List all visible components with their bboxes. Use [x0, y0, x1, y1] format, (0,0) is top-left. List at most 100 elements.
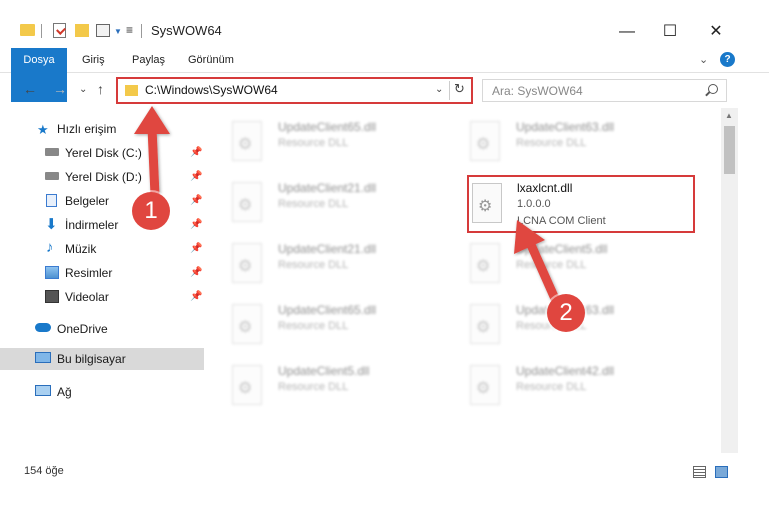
up-button[interactable]: ↑ — [97, 81, 104, 97]
close-button[interactable]: ✕ — [696, 18, 736, 46]
sidebar-item-quick-access[interactable]: ★ Hızlı erişim — [0, 118, 204, 140]
details-view-icon[interactable] — [693, 466, 706, 478]
chevron-down-icon[interactable]: ▼ — [114, 27, 122, 36]
pin-icon[interactable]: 📌 — [190, 219, 202, 230]
sidebar-item-label: Yerel Disk (C:) — [65, 146, 142, 160]
pin-icon[interactable]: 📌 — [190, 195, 202, 206]
list-item[interactable]: UpdateClient63.dll Resource DLL — [448, 112, 668, 166]
pin-icon[interactable]: 📌 — [190, 267, 202, 278]
step-badge-2: 2 — [547, 294, 585, 332]
list-item[interactable]: UpdateClient65.dll Resource DLL — [210, 112, 430, 166]
list-item[interactable]: UpdateClient5.dll Resource DLL — [210, 356, 430, 410]
file-name: UpdateClient65.dll — [278, 303, 377, 317]
sidebar-item-disk-c[interactable]: Yerel Disk (C:) 📌 — [0, 142, 204, 164]
maximize-button[interactable]: ☐ — [650, 18, 690, 46]
back-button[interactable]: ← — [23, 81, 37, 97]
search-icon[interactable] — [708, 84, 718, 94]
sidebar-item-label: Resimler — [65, 266, 113, 280]
list-item[interactable]: UpdateClient5.dll Resource DLL — [448, 234, 668, 288]
drive-icon — [45, 148, 59, 156]
file-name: UpdateClient5.dll — [278, 364, 370, 378]
pin-icon[interactable]: 📌 — [190, 243, 202, 254]
navigation-pane: ★ Hızlı erişim Yerel Disk (C:) 📌 Yerel D… — [0, 108, 207, 453]
file-type: Resource DLL — [278, 137, 349, 149]
ribbon-tabs: Dosya Giriş Paylaş Görünüm ⌄ ? — [0, 48, 769, 102]
divider — [141, 24, 142, 38]
pictures-icon — [45, 266, 59, 279]
vertical-scrollbar[interactable]: ▲ — [721, 108, 738, 453]
address-path[interactable]: C:\Windows\SysWOW64 — [145, 83, 278, 97]
dll-file-icon — [470, 304, 500, 344]
file-name: lxaxlcnt.dll — [517, 181, 573, 195]
dll-file-icon — [472, 183, 502, 223]
large-icons-view-icon[interactable] — [715, 466, 728, 478]
pin-icon[interactable]: 📌 — [190, 147, 202, 158]
properties-icon[interactable] — [96, 24, 110, 37]
dll-file-icon — [232, 121, 262, 161]
file-name: UpdateClient5.dll — [516, 242, 608, 256]
tab-share[interactable]: Paylaş — [132, 48, 165, 72]
dll-file-icon — [470, 121, 500, 161]
file-name: UpdateClient63.dll — [516, 120, 615, 134]
search-input[interactable]: Ara: SysWOW64 — [482, 79, 727, 102]
recent-locations-button[interactable]: ⌄ — [79, 84, 87, 95]
properties-check-icon[interactable] — [53, 23, 66, 38]
file-type: Resource DLL — [278, 320, 349, 332]
pin-icon[interactable]: 📌 — [190, 171, 202, 182]
sidebar-item-this-pc[interactable]: Bu bilgisayar — [0, 348, 204, 370]
sidebar-item-downloads[interactable]: ⬇ İndirmeler 📌 — [0, 214, 204, 236]
computer-icon — [35, 352, 51, 363]
file-description: LCNA COM Client — [517, 215, 606, 227]
sidebar-item-label: İndirmeler — [65, 218, 119, 232]
folder-icon — [20, 24, 35, 36]
dll-file-icon — [470, 365, 500, 405]
tab-view[interactable]: Görünüm — [188, 48, 234, 72]
sidebar-item-music[interactable]: ♪ Müzik 📌 — [0, 238, 204, 260]
cloud-icon — [35, 323, 51, 332]
divider — [41, 24, 42, 38]
forward-button[interactable]: → — [53, 81, 67, 97]
drive-icon — [45, 172, 59, 180]
list-item[interactable]: UpdateClient21.dll Resource DLL — [210, 234, 430, 288]
sidebar-item-label: Bu bilgisayar — [57, 352, 126, 366]
tab-home[interactable]: Giriş — [82, 48, 105, 72]
download-icon: ⬇ — [45, 216, 58, 233]
dll-file-icon — [232, 304, 262, 344]
sidebar-item-documents[interactable]: Belgeler 📌 — [0, 190, 204, 212]
chevron-down-icon[interactable]: ⌄ — [699, 53, 708, 66]
customize-quick-access-icon[interactable]: ≡ — [126, 23, 133, 37]
sidebar-item-videos[interactable]: Videolar 📌 — [0, 286, 204, 308]
address-bar[interactable]: C:\Windows\SysWOW64 ⌄ ↻ — [116, 77, 473, 104]
file-name: UpdateClient65.dll — [278, 120, 377, 134]
network-icon — [35, 385, 51, 396]
refresh-icon[interactable]: ↻ — [454, 81, 465, 97]
list-item[interactable]: UpdateClient65.dll Resource DLL — [210, 295, 430, 349]
sidebar-item-pictures[interactable]: Resimler 📌 — [0, 262, 204, 284]
folder-icon — [125, 85, 138, 96]
pin-icon[interactable]: 📌 — [190, 291, 202, 302]
minimize-button[interactable]: — — [607, 18, 647, 46]
star-icon: ★ — [37, 122, 49, 137]
window-title: SysWOW64 — [151, 23, 222, 38]
videos-icon — [45, 290, 59, 303]
title-bar: ▼ ≡ SysWOW64 — ☐ ✕ — [0, 0, 769, 46]
help-button[interactable]: ? — [720, 52, 735, 67]
sidebar-item-label: Yerel Disk (D:) — [65, 170, 142, 184]
sidebar-item-onedrive[interactable]: OneDrive — [0, 318, 204, 340]
sidebar-item-disk-d[interactable]: Yerel Disk (D:) 📌 — [0, 166, 204, 188]
list-item[interactable]: UpdateClient21.dll Resource DLL — [210, 173, 430, 227]
step-badge-1: 1 — [132, 192, 170, 230]
scroll-up-icon[interactable]: ▲ — [725, 111, 733, 120]
new-folder-icon[interactable] — [75, 24, 89, 37]
highlighted-file-item[interactable]: lxaxlcnt.dll 1.0.0.0 LCNA COM Client — [467, 175, 695, 233]
file-name: UpdateClient21.dll — [278, 181, 377, 195]
dll-file-icon — [232, 182, 262, 222]
sidebar-item-network[interactable]: Ağ — [0, 381, 204, 403]
file-type: Resource DLL — [516, 381, 587, 393]
sidebar-item-label: Müzik — [65, 242, 97, 256]
chevron-down-icon[interactable]: ⌄ — [435, 84, 443, 95]
documents-icon — [46, 194, 57, 207]
scroll-thumb[interactable] — [724, 126, 735, 174]
list-item[interactable]: UpdateClient42.dll Resource DLL — [448, 356, 668, 410]
dll-file-icon — [232, 243, 262, 283]
